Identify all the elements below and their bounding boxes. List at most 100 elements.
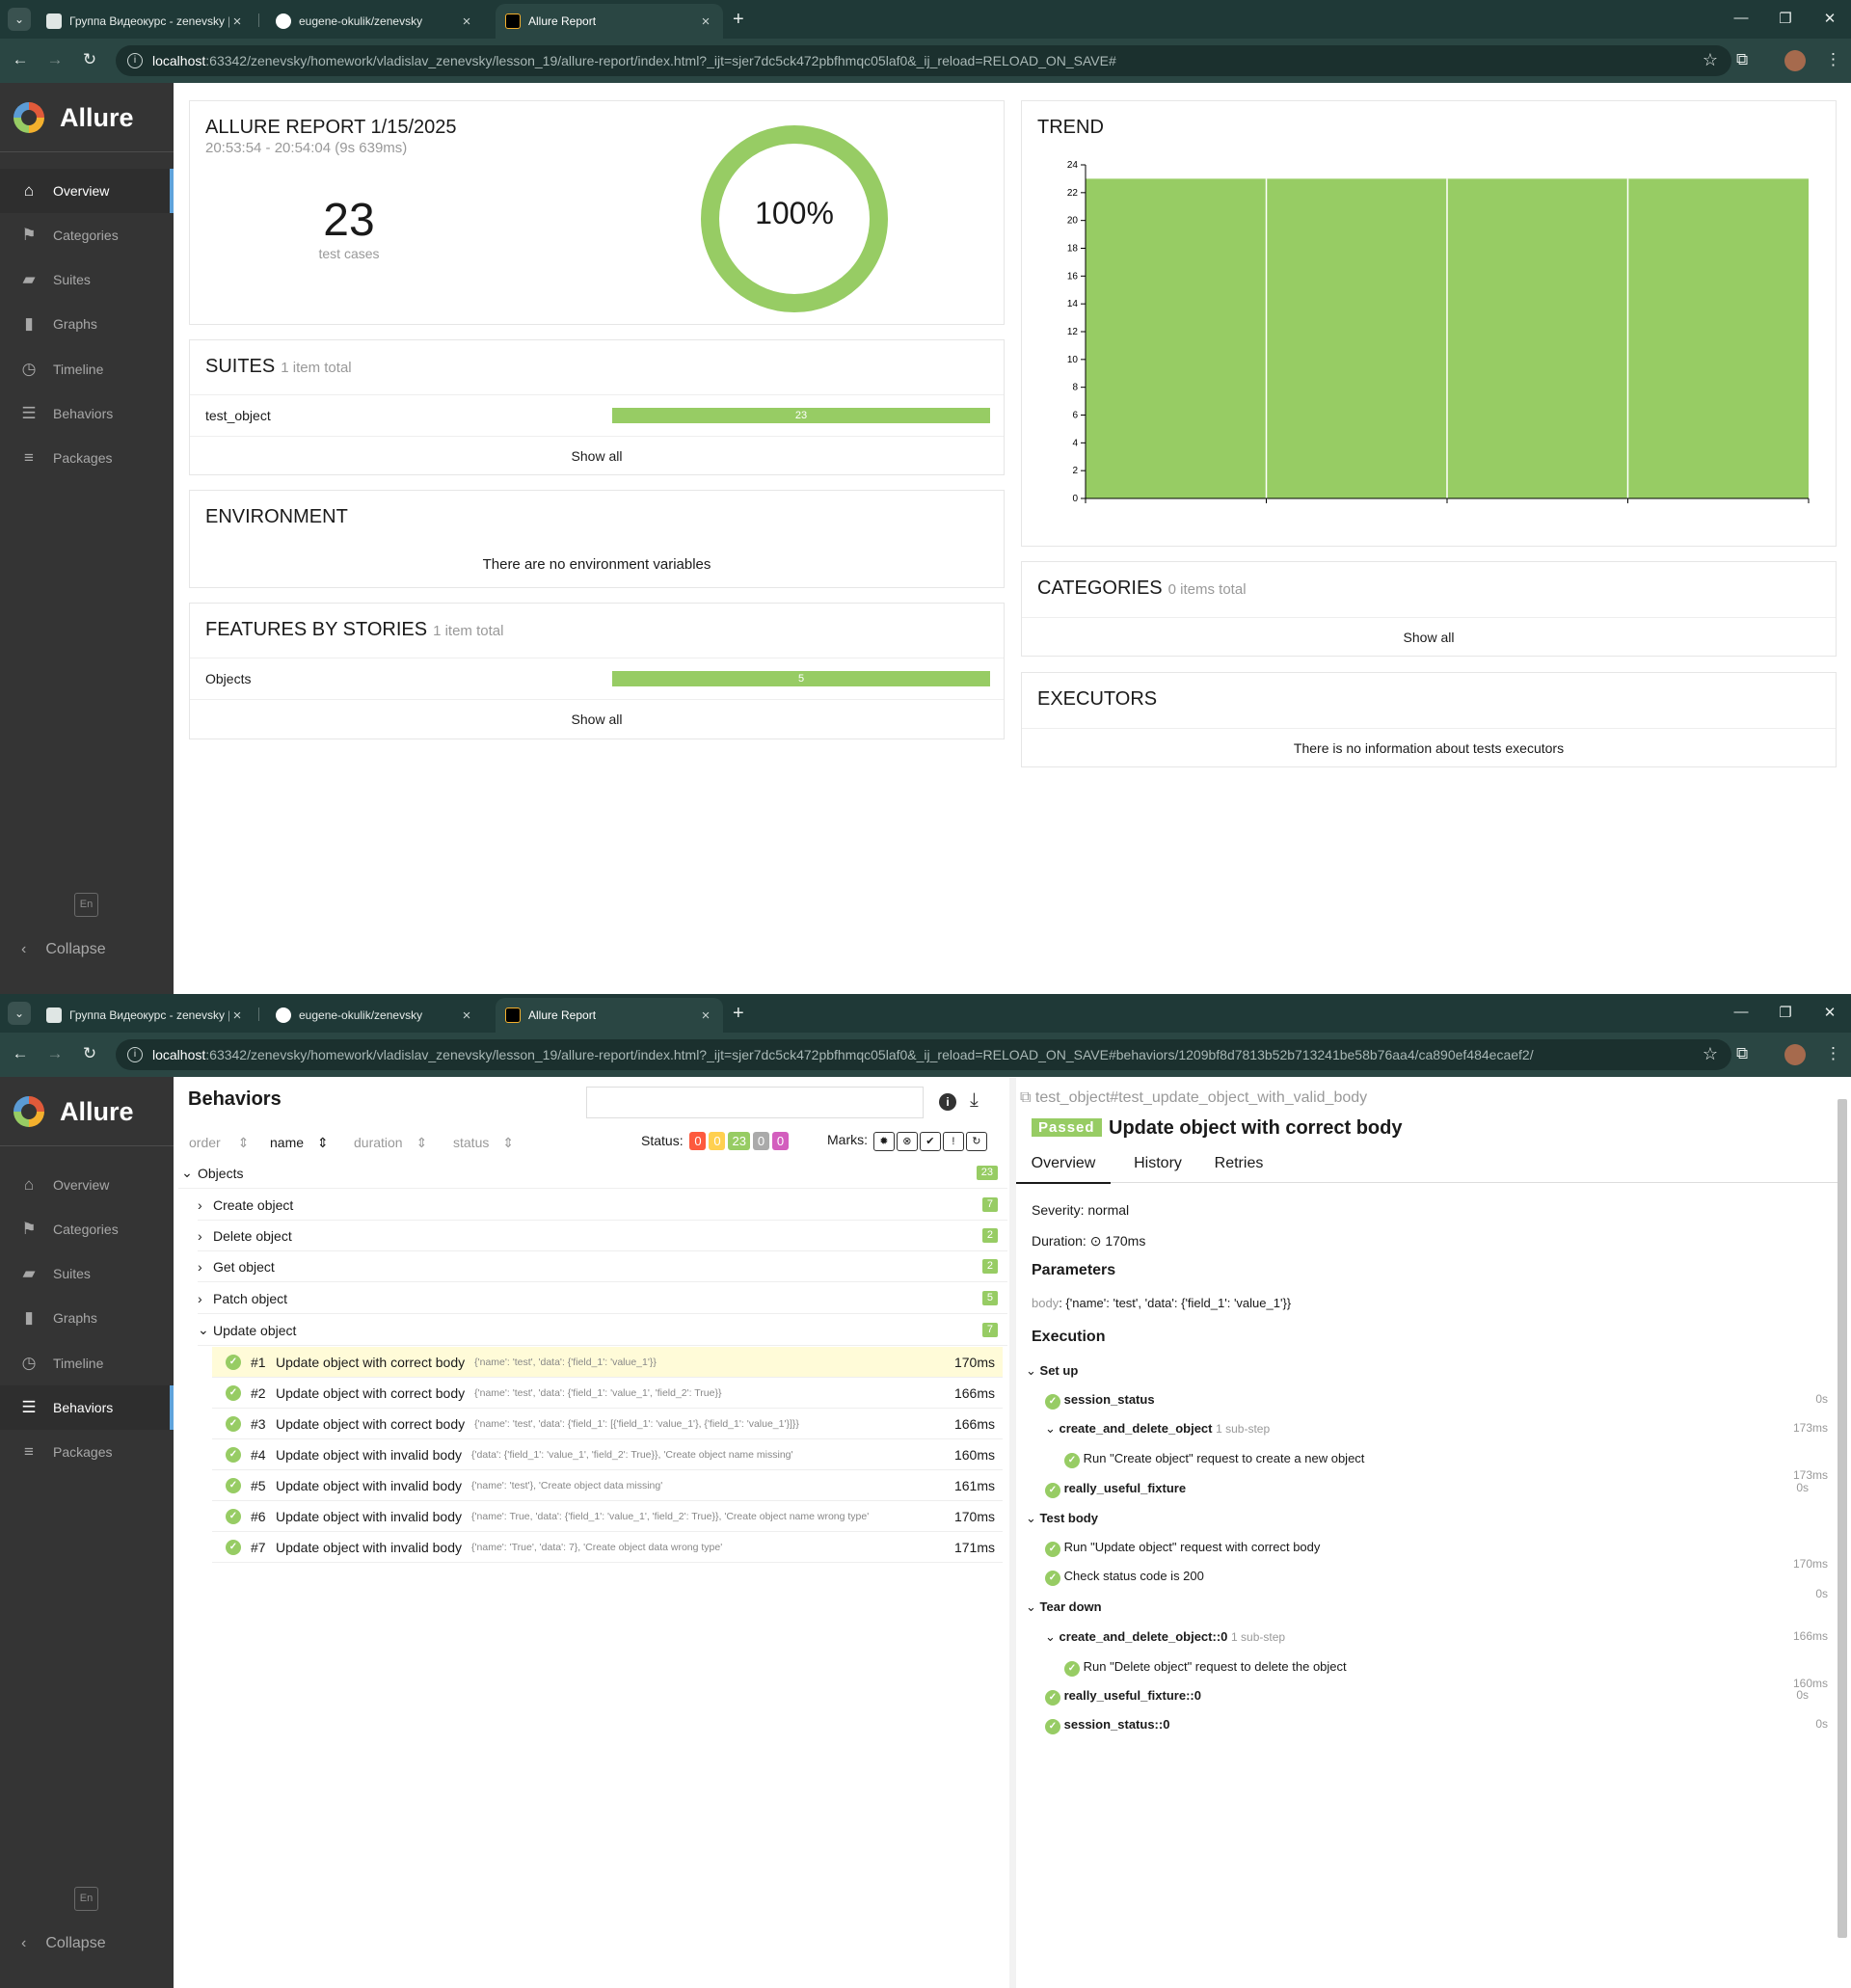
allure-logo[interactable]: Allure [13,102,134,133]
collapse-button[interactable]: ‹ Collapse [21,941,106,958]
extensions-icon[interactable]: ⧉ [1736,1044,1748,1063]
test-body-section[interactable]: ⌄ Test body [1026,1511,1098,1526]
sort-order[interactable]: order ⇕ [189,1135,249,1151]
setup-section[interactable]: ⌄ Set up [1026,1363,1078,1379]
address-bar[interactable]: i localhost:63342/zenevsky/homework/vlad… [116,1039,1731,1070]
sidebar-item-overview[interactable]: ⌂ Overview [0,169,174,213]
suites-show-all[interactable]: Show all [190,448,1004,464]
test-case-row[interactable]: ✓ #4 Update object with invalid body {'data… [212,1439,1003,1470]
close-icon[interactable]: × [698,1007,713,1024]
status-skipped-toggle[interactable]: 0 [752,1132,769,1150]
step-create-and-delete-object-0[interactable]: ⌄ create_and_delete_object::0 1 sub-step [1045,1629,1285,1645]
extensions-icon[interactable]: ⧉ [1736,50,1748,69]
address-bar[interactable]: i localhost:63342/zenevsky/homework/vlad… [116,45,1731,76]
sidebar-item-graphs[interactable]: ▮ Graphs [0,1296,174,1340]
download-icon[interactable]: ⤓ [970,1089,979,1112]
step-create-and-delete-object[interactable]: ⌄ create_and_delete_object 1 sub-step [1045,1421,1270,1437]
test-case-row[interactable]: ✓ #3 Update object with correct body {'name… [212,1409,1003,1439]
tree-group-update-object[interactable]: ⌄ Update object 7 [198,1315,1007,1346]
forward-icon[interactable]: → [44,1044,66,1063]
minimize-icon[interactable]: — [1727,10,1756,26]
sidebar-item-overview[interactable]: ⌂ Overview [0,1163,174,1207]
tab-overview[interactable]: Overview [1016,1155,1111,1184]
profile-avatar[interactable] [1784,50,1806,71]
sidebar-item-suites[interactable]: ▰ Suites [0,1251,174,1296]
tree-group-patch-object[interactable]: › Patch object 5 [198,1283,1007,1314]
menu-icon[interactable]: ⋮ [1825,1044,1841,1063]
step-session-status-0[interactable]: ✓ session_status::0 [1045,1717,1169,1734]
close-window-icon[interactable]: ✕ [1815,1004,1844,1021]
sidebar-item-suites[interactable]: ▰ Suites [0,257,174,302]
bookmark-star-icon[interactable]: ☆ [1703,1044,1718,1064]
tab-zenevsky-group[interactable]: Группа Видеокурс - zenevsky | × [37,998,255,1033]
test-case-row[interactable]: ✓ #1 Update object with correct body {'name… [212,1347,1003,1378]
copy-icon[interactable]: ⧉ [1020,1089,1031,1106]
tab-retries[interactable]: Retries [1205,1155,1273,1172]
new-failed-mark-icon[interactable]: ⊗ [896,1132,918,1151]
close-icon[interactable]: × [229,13,245,30]
teardown-section[interactable]: ⌄ Tear down [1026,1599,1102,1615]
pane-splitter[interactable] [1009,1078,1016,1988]
new-passed-mark-icon[interactable]: ✔ [919,1132,941,1151]
bookmark-star-icon[interactable]: ☆ [1703,50,1718,70]
flaky-mark-icon[interactable]: ✹ [872,1132,895,1151]
tab-github[interactable]: eugene-okulik/zenevsky × [266,4,484,39]
tab-allure-report[interactable]: Allure Report × [496,4,723,39]
info-icon[interactable]: i [127,1047,143,1062]
menu-icon[interactable]: ⋮ [1825,50,1841,69]
allure-logo[interactable]: Allure [13,1096,134,1127]
status-passed-toggle[interactable]: 23 [728,1132,750,1150]
profile-avatar[interactable] [1784,1044,1806,1065]
sidebar-item-categories[interactable]: ⚑ Categories [0,1207,174,1251]
sidebar-item-categories[interactable]: ⚑ Categories [0,213,174,257]
close-icon[interactable]: × [459,13,474,30]
sort-name[interactable]: name ⇕ [270,1135,329,1151]
retries-mark-icon[interactable]: ↻ [965,1132,987,1151]
sidebar-item-timeline[interactable]: ◷ Timeline [0,347,174,391]
suite-row[interactable]: test_object 23 [190,394,1004,436]
sidebar-item-graphs[interactable]: ▮ Graphs [0,302,174,346]
collapse-button[interactable]: ‹ Collapse [21,1935,106,1952]
test-case-row[interactable]: ✓ #7 Update object with invalid body {'name… [212,1532,1003,1563]
sidebar-item-behaviors[interactable]: ☰ Behaviors [0,1385,174,1430]
sidebar-item-packages[interactable]: ≡ Packages [0,436,174,480]
features-show-all[interactable]: Show all [190,712,1004,727]
behaviors-search-input[interactable] [586,1087,924,1118]
forward-icon[interactable]: → [44,50,66,69]
tab-github[interactable]: eugene-okulik/zenevsky × [266,998,484,1033]
detail-scrollbar[interactable] [1838,1099,1847,1938]
back-icon[interactable]: ← [10,50,31,69]
test-case-row[interactable]: ✓ #6 Update object with invalid body {'name… [212,1501,1003,1532]
test-case-row[interactable]: ✓ #2 Update object with correct body {'name… [212,1378,1003,1409]
tab-allure-report[interactable]: Allure Report × [496,998,723,1033]
categories-show-all[interactable]: Show all [1022,630,1836,645]
restore-icon[interactable]: ❐ [1771,10,1800,27]
sidebar-item-timeline[interactable]: ◷ Timeline [0,1341,174,1385]
reload-icon[interactable]: ↻ [79,1044,100,1063]
language-button[interactable]: En [74,893,98,917]
tab-history[interactable]: History [1124,1155,1192,1172]
close-icon[interactable]: × [459,1007,474,1024]
sidebar-item-packages[interactable]: ≡ Packages [0,1430,174,1474]
new-tab-icon[interactable]: + [733,1004,744,1023]
status-failed-toggle[interactable]: 0 [689,1132,707,1150]
tab-zenevsky-group[interactable]: Группа Видеокурс - zenevsky | × [37,4,255,39]
feature-row[interactable]: Objects 5 [190,658,1004,699]
info-icon[interactable]: i [127,53,143,68]
sort-status[interactable]: status ⇕ [453,1135,514,1151]
tab-search-icon[interactable]: ⌄ [8,1002,31,1025]
step-really-useful-fixture-0[interactable]: ✓ really_useful_fixture::0 [1045,1688,1201,1706]
sidebar-item-behaviors[interactable]: ☰ Behaviors [0,391,174,436]
close-icon[interactable]: × [229,1007,245,1024]
tree-root-objects[interactable]: ⌄ Objects 23 [178,1158,1007,1189]
sort-duration[interactable]: duration ⇕ [354,1135,427,1151]
language-button[interactable]: En [74,1887,98,1911]
tree-group-delete-object[interactable]: › Delete object 2 [198,1221,1007,1251]
step-really-useful-fixture[interactable]: ✓ really_useful_fixture [1045,1481,1186,1498]
close-icon[interactable]: × [698,13,713,30]
tree-group-get-object[interactable]: › Get object 2 [198,1251,1007,1282]
status-broken-toggle[interactable]: 0 [709,1132,726,1150]
reload-icon[interactable]: ↻ [79,50,100,69]
tree-group-create-object[interactable]: › Create object 7 [198,1190,1007,1221]
back-icon[interactable]: ← [10,1044,31,1063]
